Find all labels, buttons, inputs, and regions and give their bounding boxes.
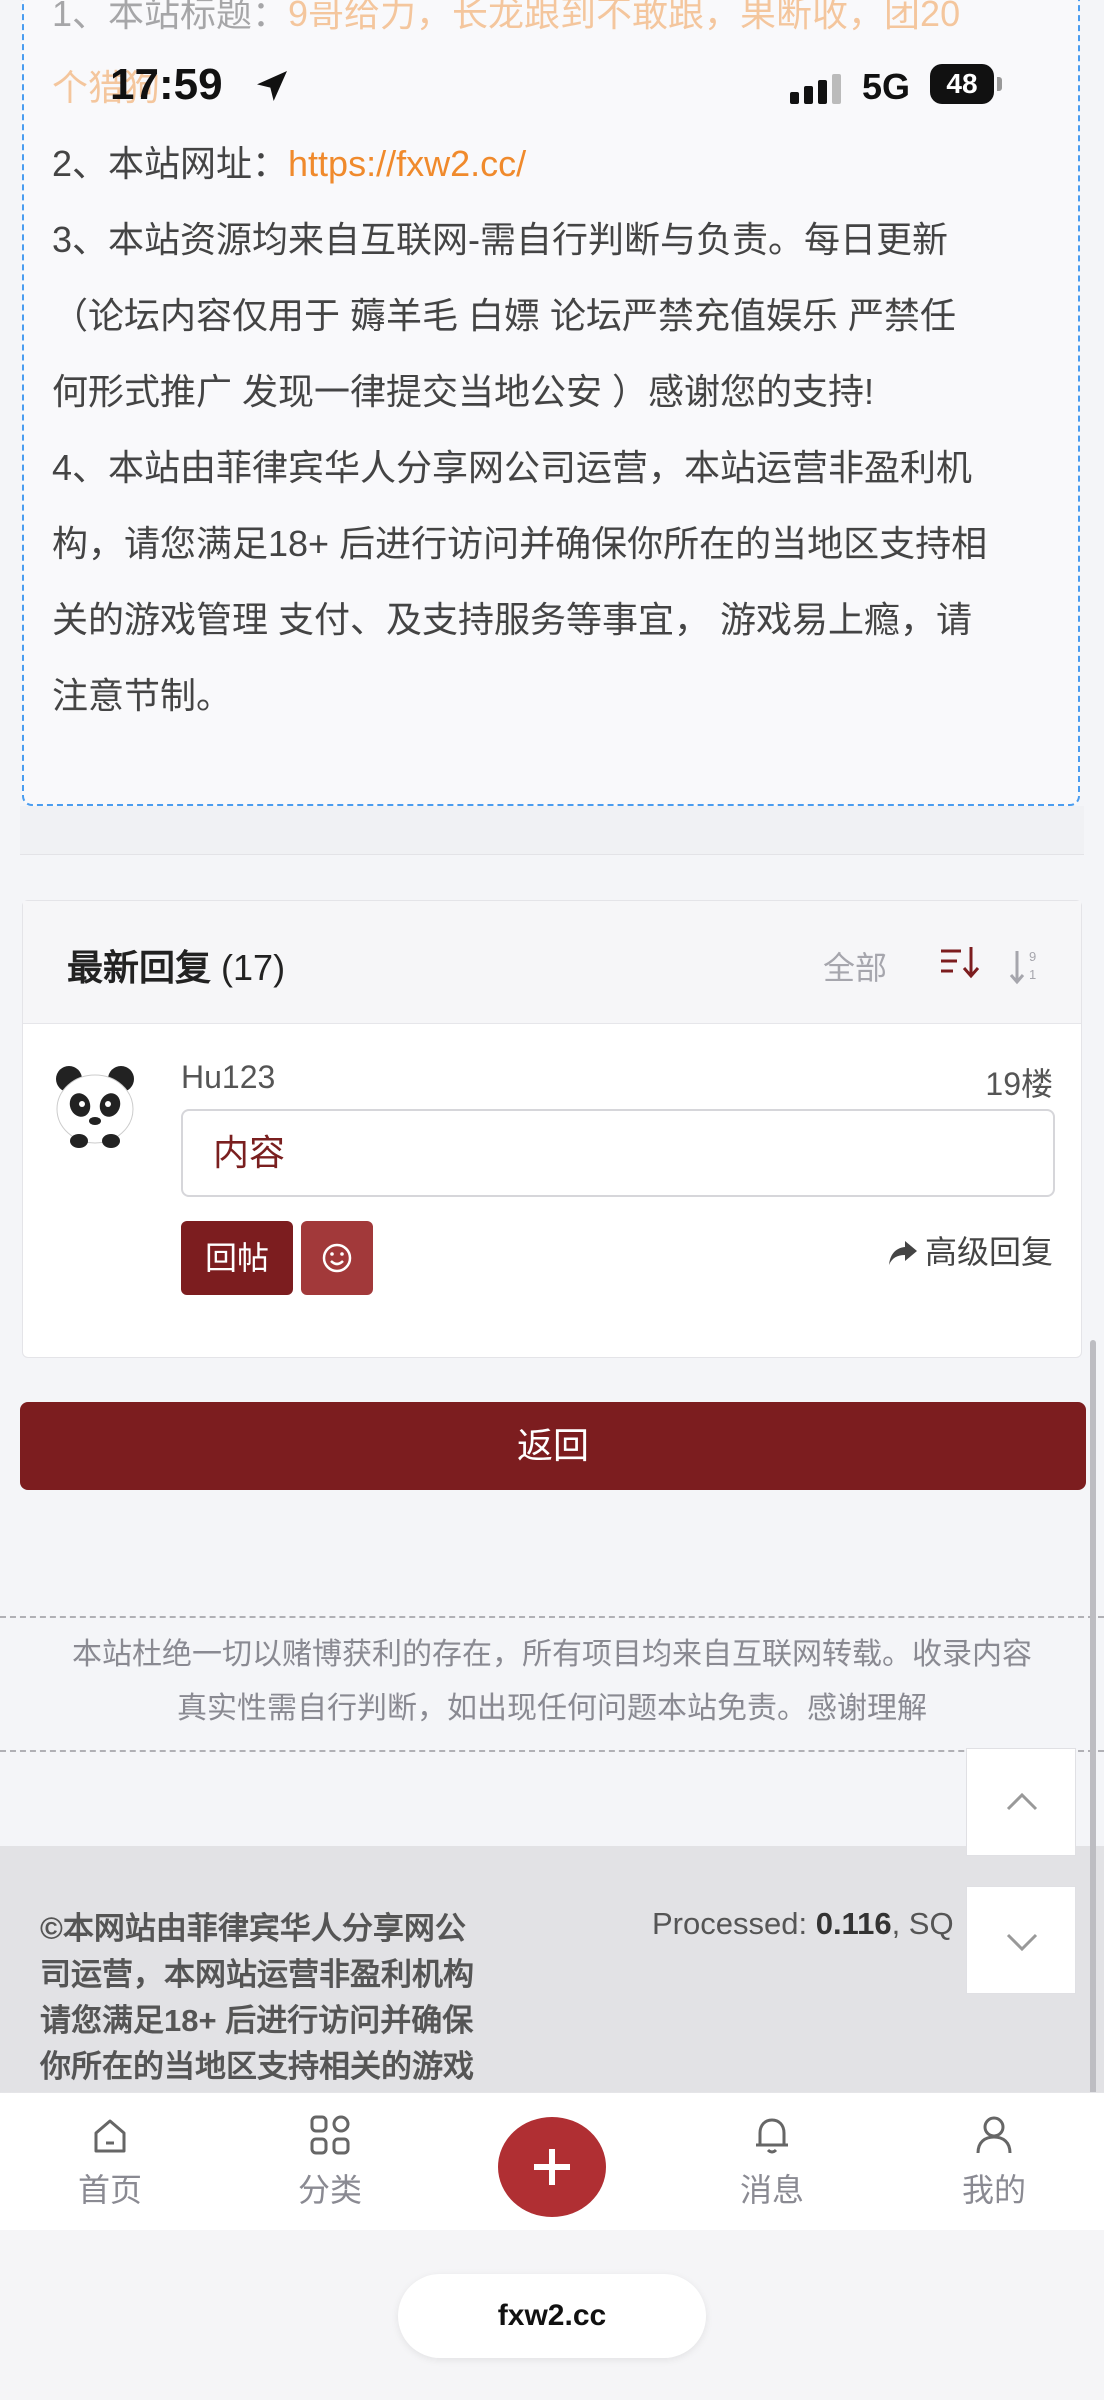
reply-title: 最新回复 (17) xyxy=(67,939,285,991)
disclaimer: 本站杜绝一切以赌博获利的存在，所有项目均来自互联网转载。收录内容 真实性需自行判… xyxy=(0,1616,1104,1752)
footer-line-4: 你所在的当地区支持相关的游戏 xyxy=(40,2049,474,2084)
notice-line-6: 4、本站由菲律宾华人分享网公司运营，本站运营非盈利机 xyxy=(52,447,973,488)
processed-label: Processed: xyxy=(652,1906,816,1941)
tab-mine-label: 我的 xyxy=(961,2172,1026,2208)
tab-category-label: 分类 xyxy=(297,2172,362,2208)
reply-content-input[interactable]: 内容 xyxy=(181,1109,1055,1197)
user-icon xyxy=(976,2116,1012,2154)
disclaimer-line-2: 真实性需自行判断，如出现任何问题本站免责。感谢理解 xyxy=(177,1692,927,1725)
disclaimer-line-1: 本站杜绝一切以赌博获利的存在，所有项目均来自互联网转载。收录内容 xyxy=(72,1638,1032,1671)
emoji-button[interactable] xyxy=(301,1221,373,1295)
processed-suffix: , SQ xyxy=(891,1906,954,1941)
status-bar: 17:59 5G 48 xyxy=(0,60,1104,120)
tab-home-label: 首页 xyxy=(77,2172,142,2208)
tab-mine[interactable]: 我的 xyxy=(924,2113,1064,2211)
notice-line-1-title: 9哥给力，长龙跟到不敢跟，果断收，团20 xyxy=(288,0,961,34)
share-arrow-icon xyxy=(888,1241,917,1265)
svg-text:1: 1 xyxy=(1029,967,1036,982)
status-time: 17:59 xyxy=(110,60,223,109)
bell-icon xyxy=(756,2118,788,2154)
processed-time: Processed: 0.116, SQ xyxy=(652,1906,954,1942)
reply-header: 最新回复 (17) 全部 9 1 xyxy=(23,901,1081,1024)
notice-line-4: （论坛内容仅用于 薅羊毛 白嫖 论坛严禁充值娱乐 严禁任 xyxy=(52,295,957,336)
notice-box-footer xyxy=(20,806,1084,855)
chevron-up-icon xyxy=(1006,1792,1038,1811)
back-button[interactable]: 返回 xyxy=(20,1402,1086,1490)
processed-value: 0.116 xyxy=(815,1906,892,1941)
floor-number: 19楼 xyxy=(985,1066,1053,1102)
notice-line-3: 3、本站资源均来自互联网-需自行判断与负责。每日更新 xyxy=(52,219,949,260)
sort-number-icon[interactable]: 9 1 xyxy=(1007,945,1047,989)
grid-icon xyxy=(310,2115,350,2155)
network-type: 5G xyxy=(862,66,911,107)
scroll-top-button[interactable] xyxy=(966,1748,1076,1856)
site-footer: ©本网站由菲律宾华人分享网公 司运营，本网站运营非盈利机构 请您满足18+ 后进… xyxy=(0,1846,1104,2092)
notice-line-7: 构，请您满足18+ 后进行访问并确保你所在的当地区支持相 xyxy=(52,523,988,564)
sort-desc-icon[interactable] xyxy=(937,941,981,985)
advanced-reply-link[interactable]: 高级回复 xyxy=(887,1227,1053,1273)
tab-category[interactable]: 分类 xyxy=(260,2113,400,2211)
notice-line-9: 注意节制。 xyxy=(52,675,233,716)
tab-home[interactable]: 首页 xyxy=(40,2113,180,2211)
footer-line-1: ©本网站由菲律宾华人分享网公 xyxy=(40,1911,466,1946)
notice-line-8: 关的游戏管理 支付、及支持服务等事宜， 游戏易上瘾，请 xyxy=(52,599,973,640)
chevron-down-icon xyxy=(1006,1933,1038,1952)
signal-icon xyxy=(790,74,841,104)
footer-line-3: 请您满足18+ 后进行访问并确保 xyxy=(40,2003,474,2038)
notice-line-5: 何形式推广 发现一律提交当地公安 ）感谢您的支持! xyxy=(52,371,875,412)
footer-line-2: 司运营，本网站运营非盈利机构 xyxy=(40,1957,474,1992)
footer-copyright: ©本网站由菲律宾华人分享网公 司运营，本网站运营非盈利机构 请您满足18+ 后进… xyxy=(40,1906,510,2090)
svg-text:9: 9 xyxy=(1029,949,1036,964)
battery-icon: 48 xyxy=(930,64,1002,104)
tab-messages[interactable]: 消息 xyxy=(702,2113,842,2211)
notice-line-1: 1、本站标题：9哥给力，长龙跟到不敢跟，果断收，团20 xyxy=(52,0,1062,52)
home-icon xyxy=(94,2119,126,2153)
scroll-bottom-button[interactable] xyxy=(966,1886,1076,1994)
filter-all-button[interactable]: 全部 xyxy=(823,943,887,989)
location-arrow-icon xyxy=(257,71,287,101)
avatar xyxy=(56,1066,134,1148)
notice-line-1-prefix: 1、本站标题： xyxy=(52,0,289,34)
scrollbar[interactable] xyxy=(1090,1340,1096,2220)
site-url-link[interactable]: https://fxw2.cc/ xyxy=(288,143,526,184)
submit-reply-button[interactable]: 回帖 xyxy=(181,1221,293,1295)
notice-line-2-prefix: 2、本站网址： xyxy=(52,143,289,184)
reply-title-label: 最新回复 xyxy=(67,947,212,988)
create-post-button[interactable] xyxy=(498,2117,606,2217)
browser-url-bar[interactable]: fxw2.cc xyxy=(398,2274,706,2358)
reply-card: 最新回复 (17) 全部 9 1 Hu123 19楼 内容 回帖 高级回复 xyxy=(22,900,1082,1358)
notice-line-2: 2、本站网址：https://fxw2.cc/ xyxy=(52,126,1062,202)
reply-username: Hu123 xyxy=(181,1059,276,1095)
smile-icon xyxy=(322,1243,352,1273)
advanced-reply-label: 高级回复 xyxy=(924,1234,1053,1270)
tab-messages-label: 消息 xyxy=(739,2172,804,2208)
reply-count: (17) xyxy=(221,947,286,988)
plus-icon xyxy=(534,2149,570,2185)
